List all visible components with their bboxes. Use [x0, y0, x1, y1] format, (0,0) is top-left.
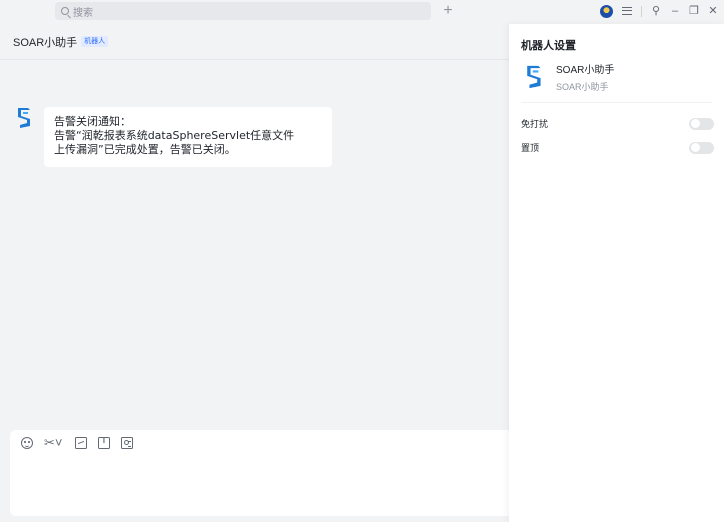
message-row: 告警关闭通知： 告警“润乾报表系统dataSphereServlet任意文件 上… — [16, 107, 332, 167]
message-line: 上传漏洞”已完成处置，告警已关闭。 — [54, 143, 236, 156]
pin-to-top-toggle[interactable] — [689, 141, 714, 154]
setting-label: 置顶 — [521, 143, 540, 153]
minimize-icon[interactable]: – — [670, 2, 680, 20]
setting-pin-to-top: 置顶 — [521, 141, 714, 154]
divider — [521, 102, 712, 103]
setting-do-not-disturb: 免打扰 — [521, 117, 714, 130]
window-controls: ⚲ – ❐ ✕ — [600, 2, 718, 20]
search-placeholder: 搜索 — [73, 7, 93, 19]
panel-title: 机器人设置 — [521, 40, 576, 52]
avatar[interactable] — [600, 4, 613, 18]
image-icon[interactable] — [75, 437, 87, 449]
screenshot-scissors-icon[interactable]: ✂˅ — [44, 436, 64, 449]
setting-label: 免打扰 — [521, 119, 549, 129]
message-composer[interactable]: ✂˅ — [10, 430, 509, 516]
pin-icon[interactable]: ⚲ — [651, 2, 661, 20]
bot-profile: SOAR小助手 SOAR小助手 — [525, 64, 614, 93]
menu-icon[interactable] — [622, 7, 632, 15]
bot-logo-icon — [527, 65, 541, 89]
emoji-icon[interactable] — [21, 437, 33, 449]
bot-logo-icon[interactable] — [16, 107, 34, 129]
message-line: 告警关闭通知： — [54, 115, 131, 128]
bot-name: SOAR小助手 — [556, 65, 615, 76]
close-icon[interactable]: ✕ — [708, 2, 718, 20]
bot-info: SOAR小助手 SOAR小助手 — [556, 64, 614, 93]
bot-badge: 机器人 — [81, 36, 109, 47]
bot-description: SOAR小助手 — [556, 82, 609, 92]
contact-card-icon[interactable] — [121, 437, 133, 449]
title-bar: 搜索 + ⚲ – ❐ ✕ — [0, 0, 724, 24]
message-bubble[interactable]: 告警关闭通知： 告警“润乾报表系统dataSphereServlet任意文件 上… — [44, 107, 332, 167]
search-icon — [61, 7, 69, 15]
file-icon[interactable] — [98, 436, 110, 449]
composer-toolbar: ✂˅ — [21, 436, 133, 449]
bot-settings-panel: 机器人设置 SOAR小助手 SOAR小助手 免打扰 置顶 — [509, 24, 724, 522]
chat-area: SOAR小助手 机器人 告警关闭通知： 告警“润乾报表系统dataSphereS… — [0, 24, 509, 522]
do-not-disturb-toggle[interactable] — [689, 117, 714, 130]
search-input[interactable]: 搜索 — [55, 2, 431, 20]
message-line: 告警“润乾报表系统dataSphereServlet任意文件 — [54, 129, 295, 142]
divider — [641, 5, 642, 17]
chat-title: SOAR小助手 — [13, 36, 78, 49]
chat-header: SOAR小助手 机器人 — [0, 24, 509, 60]
restore-icon[interactable]: ❐ — [689, 2, 699, 20]
add-button[interactable]: + — [441, 2, 455, 20]
